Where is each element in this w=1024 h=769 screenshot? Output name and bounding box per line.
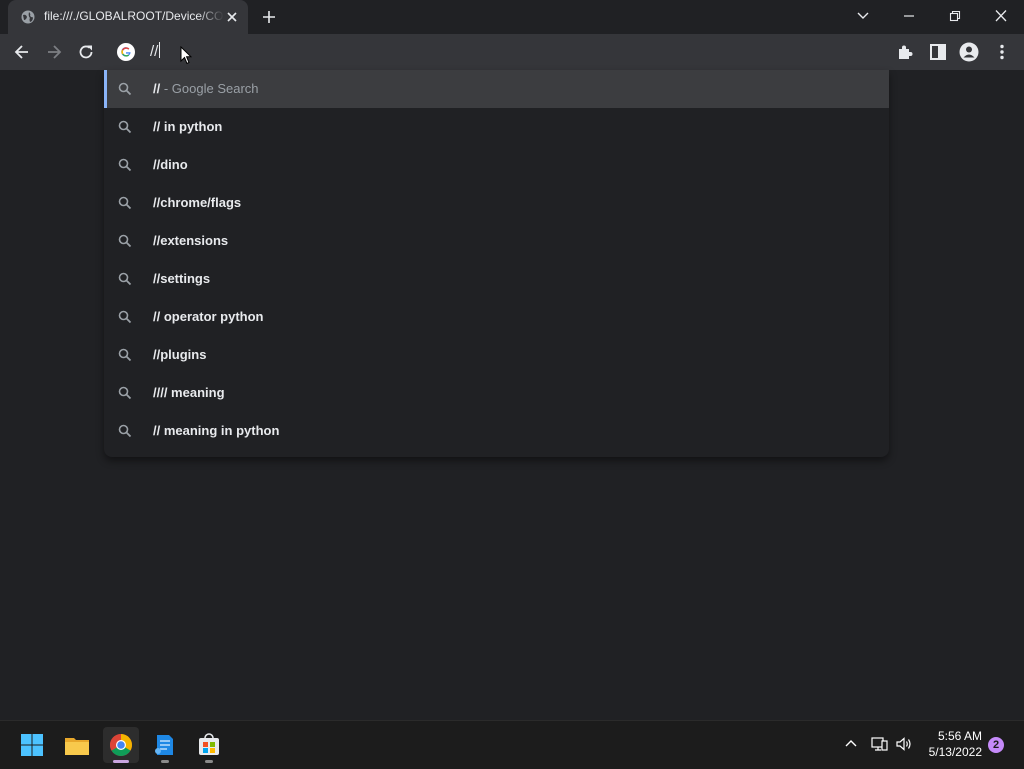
- suggestion-text: //chrome/flags: [153, 195, 242, 210]
- search-icon: [118, 120, 132, 134]
- omnibox-text: //: [150, 43, 159, 60]
- forward-icon[interactable]: [44, 42, 64, 62]
- minimize-button[interactable]: [895, 4, 923, 28]
- search-icon: [118, 386, 132, 400]
- clock-date[interactable]: 5/13/2022: [915, 745, 982, 759]
- close-window-button[interactable]: [987, 4, 1015, 28]
- mouse-cursor-icon: [180, 46, 192, 65]
- search-icon: [118, 272, 132, 286]
- store-bag-icon: [199, 733, 219, 755]
- globe-icon: [21, 10, 35, 24]
- search-icon: [118, 82, 132, 96]
- suggestion-text: //plugins: [153, 347, 207, 362]
- suggestion-item[interactable]: // operator python: [104, 298, 889, 336]
- network-icon[interactable]: [870, 735, 888, 753]
- suggestion-text: // - Google Search: [153, 81, 259, 96]
- suggestion-item[interactable]: //dino: [104, 146, 889, 184]
- browser-tab[interactable]: file:///./GLOBALROOT/Device/CONDRV/Kerne…: [8, 0, 248, 34]
- suggestion-item[interactable]: //chrome/flags: [104, 184, 889, 222]
- taskbar-file-explorer[interactable]: [59, 727, 95, 763]
- kebab-menu-icon[interactable]: [992, 42, 1012, 62]
- suggestion-item[interactable]: //// meaning: [104, 374, 889, 412]
- suggestion-item[interactable]: //settings: [104, 260, 889, 298]
- search-icon: [118, 158, 132, 172]
- suggestion-item[interactable]: // in python: [104, 108, 889, 146]
- omnibox-input[interactable]: //: [150, 42, 161, 62]
- suggestion-text: //dino: [153, 157, 188, 172]
- chevron-down-icon: [857, 12, 869, 19]
- chevron-up-icon[interactable]: [842, 735, 860, 753]
- extensions-puzzle-icon[interactable]: [896, 42, 916, 62]
- suggestion-text: // meaning in python: [153, 423, 280, 438]
- suggestion-text: //settings: [153, 271, 211, 286]
- suggestion-text: //// meaning: [153, 385, 225, 400]
- azure-data-studio-icon: [155, 735, 173, 755]
- profile-icon[interactable]: [959, 42, 979, 62]
- search-icon: [118, 348, 132, 362]
- running-indicator: [205, 760, 213, 763]
- minimize-icon: [904, 15, 914, 17]
- search-icon: [118, 424, 132, 438]
- close-tab-icon[interactable]: [224, 9, 240, 25]
- back-icon[interactable]: [12, 42, 32, 62]
- close-icon: [995, 10, 1007, 22]
- suggestion-text: // in python: [153, 119, 223, 134]
- taskbar-chrome[interactable]: [103, 727, 139, 763]
- google-g-icon: [117, 43, 135, 61]
- taskbar-microsoft-store[interactable]: [191, 727, 227, 763]
- tab-title: file:///./GLOBALROOT/Device/CONDRV/Kerne…: [44, 9, 224, 23]
- active-indicator: [113, 760, 129, 763]
- new-tab-icon[interactable]: [260, 8, 278, 26]
- text-caret: [159, 42, 161, 58]
- suggestion-item[interactable]: // meaning in python: [104, 412, 889, 450]
- taskbar-azure-data-studio[interactable]: [147, 727, 183, 763]
- chrome-icon: [110, 734, 132, 756]
- volume-icon[interactable]: [895, 735, 913, 753]
- search-icon: [118, 196, 132, 210]
- start-button[interactable]: [14, 727, 50, 763]
- restore-icon: [949, 10, 961, 22]
- reload-icon[interactable]: [76, 42, 96, 62]
- tab-strip: file:///./GLOBALROOT/Device/CONDRV/Kerne…: [0, 0, 1024, 34]
- side-panel-icon[interactable]: [928, 42, 948, 62]
- search-icon: [118, 234, 132, 248]
- restore-button[interactable]: [941, 4, 969, 28]
- notification-badge[interactable]: 2: [988, 737, 1004, 753]
- suggestion-text: // operator python: [153, 309, 264, 324]
- windows-logo-icon: [21, 734, 43, 756]
- tab-search-button[interactable]: [849, 4, 877, 28]
- omnibox[interactable]: [104, 34, 889, 71]
- suggestion-text: //extensions: [153, 233, 229, 248]
- taskbar: [0, 720, 1024, 769]
- running-indicator: [161, 760, 169, 763]
- suggestion-item[interactable]: //extensions: [104, 222, 889, 260]
- google-logo-icon: [121, 47, 131, 57]
- folder-icon: [65, 738, 89, 755]
- omnibox-suggestions: // - Google Search // in python //dino /…: [104, 70, 889, 457]
- search-icon: [118, 310, 132, 324]
- suggestion-item[interactable]: //plugins: [104, 336, 889, 374]
- suggestion-item[interactable]: // - Google Search: [104, 70, 889, 108]
- clock-time[interactable]: 5:56 AM: [920, 729, 982, 743]
